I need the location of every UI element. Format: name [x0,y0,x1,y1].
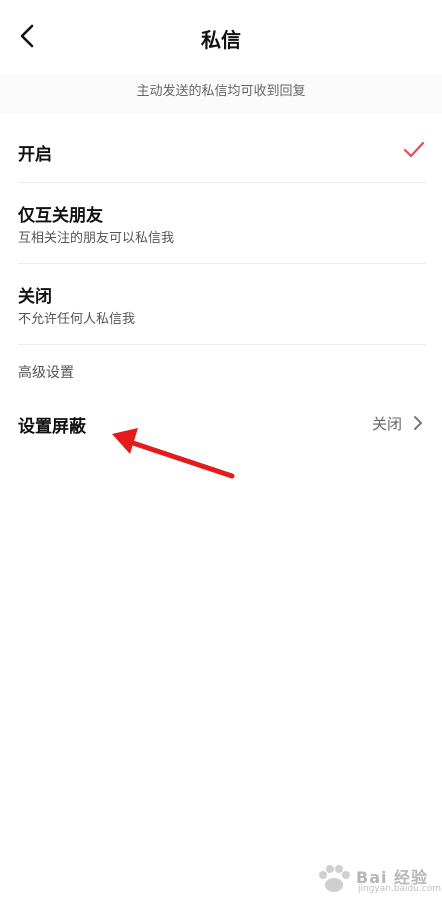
watermark-url: jingyan.baidu.com [358,884,442,894]
option-title: 关闭 [18,287,52,307]
divider [18,344,426,345]
option-title: 仅互关朋友 [18,206,103,226]
hint-text: 主动发送的私信均可收到回复 [136,84,306,99]
option-subtitle: 不允许任何人私信我 [18,312,136,327]
option-mutual-friends[interactable]: 仅互关朋友 互相关注的朋友可以私信我 [0,183,442,263]
option-subtitle: 互相关注的朋友可以私信我 [18,231,175,246]
option-close[interactable]: 关闭 不允许任何人私信我 [0,264,442,344]
block-setting-label: 设置屏蔽 [18,417,86,437]
option-title: 开启 [18,145,52,165]
watermark: Bai 经验 jingyan.baidu.com [314,862,441,900]
paw-icon [319,865,350,892]
section-title: 高级设置 [18,365,74,381]
option-open[interactable]: 开启 [0,124,442,180]
chevron-right-icon [414,416,422,430]
annotation-arrow-icon [112,428,235,479]
page-title: 私信 [201,28,241,52]
check-icon [403,141,425,158]
block-setting-value: 关闭 [371,415,402,433]
nav-bar: 私信 [0,0,442,74]
